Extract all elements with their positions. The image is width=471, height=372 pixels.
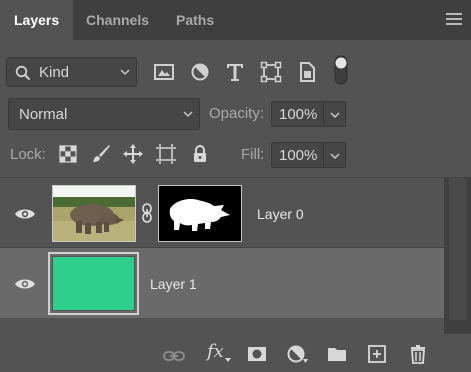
opacity-value: 100% [279,106,318,123]
filter-toggle-icon[interactable] [334,55,348,85]
layer-thumbnail-fill[interactable] [48,252,139,315]
fx-dropdown-indicator [225,358,231,362]
chain-link-icon[interactable] [141,203,153,223]
eye-icon[interactable] [14,207,36,221]
image-filter-icon[interactable] [153,61,175,83]
chevron-down-icon [330,112,340,119]
divider [0,177,471,178]
layer-row-selected[interactable]: Layer 1 [0,248,444,318]
tab-paths[interactable]: Paths [176,0,214,40]
tab-bar: Layers Channels Paths [0,0,471,40]
bottom-toolbar: fx [0,334,471,372]
fill-dropdown-button[interactable] [323,143,345,167]
layer-name[interactable]: Layer 0 [257,206,304,222]
blend-mode-dropdown[interactable]: Normal [8,98,200,130]
lock-transparent-icon[interactable] [58,144,78,164]
opacity-field[interactable]: 100% [271,101,346,127]
chevron-down-icon [120,69,130,76]
eye-icon[interactable] [14,277,36,291]
adjustment-filter-icon[interactable] [189,61,211,83]
folder-icon[interactable] [326,344,348,364]
tab-layers[interactable]: Layers [0,0,74,40]
link-layers-icon[interactable] [163,346,185,366]
fx-icon[interactable]: fx [207,341,224,362]
lock-paint-icon[interactable] [91,144,111,164]
fill-swatch [52,256,135,311]
lock-label: Lock: [10,146,46,163]
lock-row: Lock: Fill: 100% [0,140,471,170]
scrollbar-thumb[interactable] [449,178,466,320]
layer-thumbnail-rhino[interactable] [52,185,136,242]
opacity-dropdown-button[interactable] [323,102,345,126]
lock-position-icon[interactable] [123,144,143,164]
menu-icon[interactable] [446,13,462,25]
tab-channels[interactable]: Channels [86,0,149,40]
kind-filter-dropdown[interactable]: Kind [6,57,137,87]
filter-row: Kind [0,52,471,92]
scrollbar-track[interactable] [444,178,471,334]
fill-field[interactable]: 100% [271,142,346,168]
mask-icon[interactable] [246,344,268,364]
trash-icon[interactable] [407,344,429,364]
blend-mode-value: Normal [19,106,68,123]
lock-all-icon[interactable] [190,144,210,164]
smart-object-filter-icon[interactable] [296,61,318,83]
layer-name[interactable]: Layer 1 [150,276,197,292]
type-filter-icon[interactable] [224,61,246,83]
layer-mask-thumbnail[interactable] [158,185,242,242]
chevron-down-icon [330,153,340,160]
fill-label: Fill: [241,146,265,163]
opacity-label: Opacity: [209,105,265,122]
shape-filter-icon[interactable] [260,61,282,83]
lock-artboard-icon[interactable] [156,144,176,164]
search-icon [15,65,31,81]
layers-panel: Layers Channels Paths Kind Normal Opacit… [0,0,471,372]
new-layer-icon[interactable] [366,344,388,364]
chevron-down-icon [183,111,193,118]
layer-row[interactable]: Layer 0 [0,180,444,247]
fill-value: 100% [279,147,318,164]
kind-filter-label: Kind [39,64,70,81]
blend-row: Normal Opacity: 100% [0,98,471,130]
adjustment-layer-icon[interactable] [286,344,308,364]
